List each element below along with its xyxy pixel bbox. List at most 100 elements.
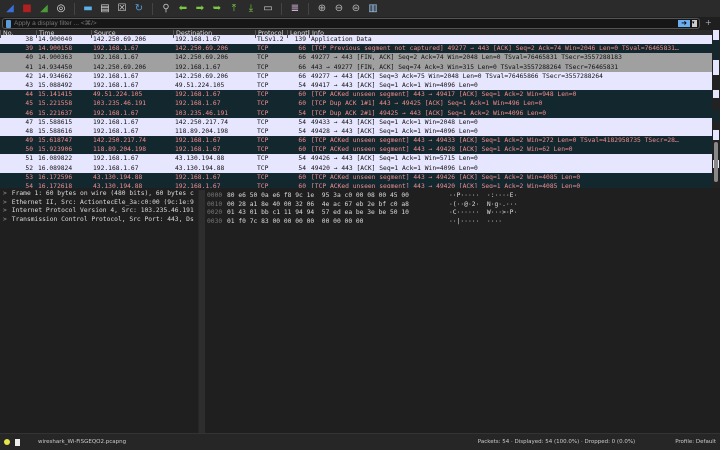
display-filter-input[interactable] [14, 20, 678, 27]
packet-row[interactable]: 52 16.089824 192.168.1.67 43.130.194.88 TCP 5… [0, 163, 712, 173]
packet-row[interactable]: 44 15.141415 49.51.224.105 192.168.1.67 TCP 6… [0, 90, 712, 100]
packet-source: 118.89.204.198 [93, 146, 147, 154]
packet-number: 46 [25, 109, 33, 117]
go-forward-icon[interactable]: ➡ [194, 3, 206, 15]
packet-destination: 192.168.1.67 [175, 63, 221, 71]
find-icon[interactable]: ⚲ [160, 3, 172, 15]
shark-fin-start-icon[interactable]: ◢ [4, 3, 16, 15]
options-icon[interactable]: ◎ [55, 3, 67, 15]
packet-row[interactable]: 53 16.172596 43.130.194.88 192.168.1.67 TCP 6… [0, 172, 712, 182]
restart-icon[interactable]: ◢ [38, 3, 50, 15]
detail-text: Transmission Control Protocol, Src Port:… [11, 215, 194, 223]
file-icon[interactable]: ▤ [99, 3, 111, 15]
normal-size-icon[interactable]: ⊜ [350, 3, 362, 15]
packet-protocol: TCP [257, 100, 269, 108]
packet-length: 54 [298, 109, 306, 117]
expert-info-icon[interactable] [4, 439, 10, 445]
packet-time: 15.221637 [38, 109, 73, 117]
detail-tree-item[interactable]: > Transmission Control Protocol, Src Port… [0, 216, 198, 225]
packet-row[interactable]: 51 16.089822 192.168.1.67 43.130.194.88 TCP 5… [0, 154, 712, 164]
packet-list-scrollbar[interactable] [712, 30, 720, 188]
hex-line: 0020 01 43 01 bb c1 11 94 94 57 ed ea be … [205, 209, 720, 218]
packet-destination: 118.89.204.198 [175, 127, 229, 135]
packet-row[interactable]: 45 15.221558 103.235.46.191 192.168.1.67 TCP… [0, 99, 712, 109]
packet-length: 66 [298, 72, 306, 80]
bookmark-icon[interactable] [6, 19, 11, 28]
close-file-icon[interactable]: ☒ [116, 3, 128, 15]
hex-ascii[interactable]: ·(··@·2· N·g·.··· [449, 201, 517, 210]
capture-comment-icon[interactable] [15, 438, 20, 446]
packet-protocol: TCP [257, 173, 269, 181]
scroll-thumb[interactable] [714, 142, 718, 182]
expand-arrow-icon[interactable]: > [3, 199, 7, 206]
expand-arrow-icon[interactable]: > [3, 207, 7, 214]
first-packet-icon[interactable]: ⤒ [228, 3, 240, 15]
packet-length: 54 [298, 164, 306, 172]
colorize-icon[interactable]: ≣ [289, 3, 301, 15]
packet-row[interactable]: 38 14.900040 142.250.69.206 192.168.1.67 TLS… [0, 35, 712, 45]
autoscroll-icon[interactable]: ▭ [262, 3, 274, 15]
packet-row[interactable]: 42 14.934662 192.168.1.67 142.250.69.206 TCP… [0, 71, 712, 81]
add-filter-button[interactable]: + [705, 18, 712, 27]
packet-row[interactable]: 54 16.172618 43.130.194.88 192.168.1.67 TCP 6… [0, 182, 712, 188]
hex-ascii[interactable]: ·C······ W···>·P· [449, 209, 517, 218]
packet-time: 14.900040 [38, 36, 73, 43]
packet-row[interactable]: 43 15.088492 192.168.1.67 49.51.224.105 TCP 5… [0, 80, 712, 91]
packet-source: 142.250.69.206 [93, 36, 147, 43]
packet-source: 192.168.1.67 [93, 81, 139, 89]
go-back-icon[interactable]: ⬅ [177, 3, 189, 15]
hex-ascii[interactable]: ··P····· ·:····E· [449, 192, 517, 201]
packet-row[interactable]: 50 15.923906 118.89.204.198 192.168.1.67 TCP… [0, 145, 712, 155]
packet-source: 192.168.1.67 [93, 118, 139, 126]
packet-length: 54 [298, 118, 306, 126]
detail-text: Ethernet II, Src: ActiontecEle_3a:c0:00 … [11, 198, 194, 206]
packet-length: 60 [298, 91, 306, 99]
packet-protocol: TCP [257, 183, 269, 188]
packet-protocol: TCP [257, 91, 269, 99]
reload-icon[interactable]: ↻ [133, 3, 145, 15]
packet-destination: 142.250.69.206 [175, 72, 229, 80]
packet-row[interactable]: 46 15.221637 192.168.1.67 103.235.46.191 TCP… [0, 108, 712, 118]
packet-protocol: TCP [257, 127, 269, 135]
resize-columns-icon[interactable]: ▥ [367, 3, 379, 15]
packet-destination: 103.235.46.191 [175, 109, 229, 117]
filter-dropdown-icon[interactable]: ▾ [692, 20, 697, 27]
status-bar: wireshark_Wi-FiSGEQO2.pcapng Packets: 54… [0, 433, 720, 450]
go-to-packet-icon[interactable]: ➥ [211, 3, 223, 15]
packet-row[interactable]: 47 15.588615 192.168.1.67 142.250.217.74 TCP… [0, 117, 712, 127]
last-packet-icon[interactable]: ⤓ [245, 3, 257, 15]
packet-length: 54 [298, 155, 306, 163]
packet-info: [TCP ACKed unseen segment] 443 → 49420 [… [311, 183, 581, 188]
detail-tree-item[interactable]: > Internet Protocol Version 4, Src: 103.2… [0, 207, 198, 216]
hex-bytes[interactable]: 01 43 01 bb c1 11 94 94 57 ed ea be 3e b… [227, 209, 449, 218]
zoom-out-icon[interactable]: ⊖ [333, 3, 345, 15]
packet-row[interactable]: 48 15.588616 192.168.1.67 118.89.204.198 TCP… [0, 126, 712, 137]
packet-row[interactable]: 40 14.900363 192.168.1.67 142.250.69.206 TCP… [0, 53, 712, 63]
open-folder-icon[interactable]: ▬ [82, 3, 94, 15]
packet-row[interactable]: 49 15.618747 142.250.217.74 192.168.1.67 TCP… [0, 136, 712, 146]
packet-destination: 192.168.1.67 [175, 137, 221, 145]
stop-icon[interactable]: ■ [21, 3, 33, 15]
hex-offset: 0020 [207, 209, 223, 216]
expand-arrow-icon[interactable]: > [3, 190, 7, 197]
expand-arrow-icon[interactable]: > [3, 216, 7, 223]
hex-ascii[interactable]: ··|····· ···· [449, 218, 502, 227]
hex-bytes[interactable]: 00 28 a1 8e 40 00 32 06 4e ac 67 eb 2e b… [227, 201, 449, 210]
detail-text: Frame 1: 60 bytes on wire (480 bits), 60… [11, 190, 194, 197]
hex-bytes[interactable]: 01 f0 7c 83 00 00 00 00 00 00 00 00 [227, 218, 449, 227]
detail-tree-item[interactable]: > Ethernet II, Src: ActiontecEle_3a:c0:00… [0, 199, 198, 208]
detail-tree-item[interactable]: > Frame 1: 60 bytes on wire (480 bits), 6… [0, 190, 198, 199]
apply-filter-arrow-icon[interactable]: ➜ [678, 20, 690, 27]
packet-row[interactable]: 41 14.934450 142.250.69.206 192.168.1.67 TCP… [0, 62, 712, 72]
packet-row[interactable]: 39 14.900158 192.168.1.67 142.250.69.206 TCP… [0, 44, 712, 54]
packet-protocol: TCP [257, 81, 269, 89]
scroll-minimap-mark [713, 110, 719, 122]
hex-bytes[interactable]: 80 e6 50 0a e6 f8 9c 1e 95 3a c0 00 08 0… [227, 192, 449, 201]
zoom-in-icon[interactable]: ⊕ [316, 3, 328, 15]
profile-label[interactable]: Profile: Default [675, 439, 716, 445]
packet-destination: 43.130.194.88 [175, 164, 225, 172]
packet-length: 60 [298, 100, 306, 108]
pane-splitter[interactable] [198, 190, 205, 433]
packet-source: 192.168.1.67 [93, 127, 139, 135]
packet-protocol: TCP [257, 109, 269, 117]
